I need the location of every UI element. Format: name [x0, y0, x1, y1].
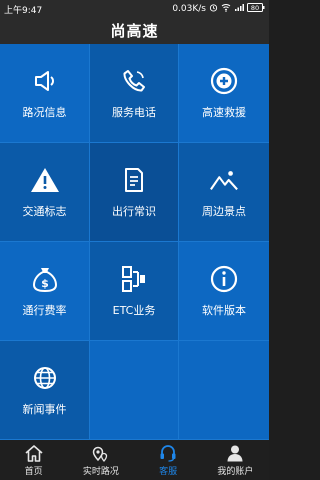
tile-toll-rates[interactable]: $ 通行费率: [0, 242, 90, 341]
tile-label: 软件版本: [202, 304, 246, 317]
tab-label: 实时路况: [82, 467, 119, 477]
battery-level: 80: [251, 4, 259, 12]
mountain-icon: [209, 165, 239, 195]
tab-home[interactable]: 首页: [0, 440, 67, 480]
tile-label: 交通标志: [22, 205, 67, 218]
signal-icon: [234, 3, 244, 15]
tile-software-version[interactable]: 软件版本: [179, 242, 269, 341]
tile-empty: [90, 341, 179, 440]
tile-empty: [179, 341, 269, 440]
battery-icon: 80: [247, 3, 265, 15]
document-icon: [119, 165, 149, 195]
globe-icon: [30, 363, 60, 393]
tile-news-events[interactable]: 新闻事件: [0, 341, 90, 440]
network-speed: 0.03K/s: [172, 4, 206, 14]
money-bag-icon: $: [30, 264, 60, 294]
status-time: 上午9:47: [4, 6, 43, 16]
tile-nearby-sights[interactable]: 周边景点: [179, 143, 269, 242]
status-bar: 上午9:47 0.03K/s 80: [0, 0, 269, 18]
tile-etc-service[interactable]: ETC业务: [90, 242, 179, 341]
wifi-icon: [221, 3, 231, 15]
tile-service-phone[interactable]: 服务电话: [90, 44, 179, 143]
bottom-tab-bar: 首页 实时路况 客服 我的账户: [0, 440, 269, 480]
tab-my-account[interactable]: 我的账户: [202, 440, 269, 480]
plus-circle-icon: [209, 66, 239, 96]
tile-label: 通行费率: [22, 304, 67, 317]
speaker-icon: [30, 66, 60, 96]
phone-icon: [119, 66, 149, 96]
tab-label: 客服: [159, 467, 178, 477]
app-header: 尚高速: [0, 18, 269, 44]
status-indicators: 0.03K/s 80: [172, 3, 265, 15]
etc-icon: [119, 264, 149, 294]
tab-customer-service[interactable]: 客服: [135, 440, 202, 480]
page-title: 尚高速: [110, 22, 159, 40]
tile-traffic-info[interactable]: 路况信息: [0, 44, 90, 143]
tile-traffic-signs[interactable]: 交通标志: [0, 143, 90, 242]
tile-travel-tips[interactable]: 出行常识: [90, 143, 179, 242]
tile-label: ETC业务: [112, 304, 156, 317]
tile-label: 高速救援: [202, 106, 246, 119]
tab-label: 我的账户: [217, 467, 254, 477]
location-pin-icon: [91, 443, 111, 463]
headset-icon: [158, 443, 178, 463]
tab-label: 首页: [24, 467, 43, 477]
svg-text:$: $: [41, 277, 49, 290]
tile-label: 周边景点: [202, 205, 246, 218]
tile-label: 路况信息: [22, 106, 67, 119]
warning-icon: [30, 165, 60, 195]
tile-label: 出行常识: [112, 205, 156, 218]
tile-label: 服务电话: [112, 106, 156, 119]
feature-grid: 路况信息 服务电话 高速救援 交通标志 出行常识 周边景点 $ 通行费率 ETC…: [0, 44, 269, 440]
tab-realtime-traffic[interactable]: 实时路况: [67, 440, 134, 480]
tile-label: 新闻事件: [22, 403, 67, 416]
tile-rescue[interactable]: 高速救援: [179, 44, 269, 143]
info-icon: [209, 264, 239, 294]
home-icon: [24, 443, 44, 463]
user-icon: [225, 443, 245, 463]
alarm-icon: [209, 3, 218, 15]
